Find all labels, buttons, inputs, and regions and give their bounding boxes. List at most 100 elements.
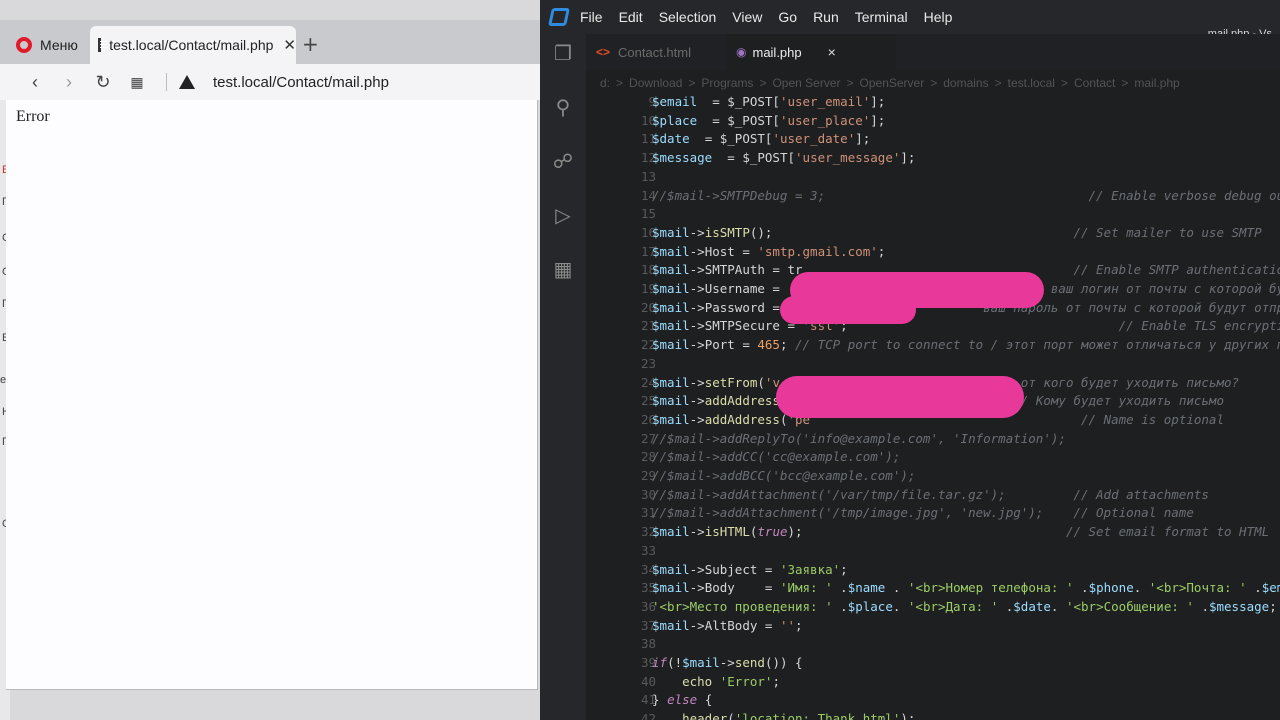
line-number: 38 [640, 636, 656, 652]
explorer-icon[interactable]: ❐ [552, 42, 574, 64]
opera-menu-button[interactable]: Меню [6, 26, 84, 64]
code-token: $mail [652, 281, 690, 296]
code-line[interactable]: 14//$mail->SMTPDebug = 3; // Enable verb… [586, 188, 1280, 207]
line-number: 20 [640, 299, 656, 315]
code-token: $mail [652, 411, 690, 427]
code-token: 465 [757, 337, 780, 353]
code-token: echo [682, 673, 713, 689]
menu-view[interactable]: View [732, 9, 762, 25]
code-line[interactable]: 32 $mail->isHTML(true); // Set email form… [586, 524, 1280, 543]
code-line[interactable]: 17 $mail->Host = 'smtp.gmail.com'; [586, 244, 1280, 263]
code-line[interactable]: 34 $mail->Subject = 'Заявка'; [586, 562, 1280, 581]
code-token: $mail [652, 393, 690, 409]
menu-go[interactable]: Go [778, 9, 797, 25]
code-line[interactable]: 9 $email = $_POST['user_email']; [586, 94, 1280, 113]
menu-edit[interactable]: Edit [619, 9, 643, 25]
tab-contact-html[interactable]: <> Contact.html [596, 34, 691, 70]
code-text: //$mail->addBCC('bcc@example.com'); [652, 468, 915, 483]
code-line[interactable]: 13 [586, 169, 1280, 188]
code-line[interactable]: 10 $place = $_POST['user_place']; [586, 113, 1280, 132]
breadcrumb-item[interactable]: test.local [1008, 76, 1055, 90]
menu-help[interactable]: Help [924, 9, 953, 25]
code-token: $mail [652, 561, 690, 577]
code-line[interactable]: 11 $date = $_POST['user_date']; [586, 131, 1280, 150]
breadcrumb-item[interactable]: d: [600, 76, 610, 90]
redaction-mark [776, 376, 1024, 418]
breadcrumb-item[interactable]: mail.php [1134, 76, 1179, 90]
code-text: //$mail->addReplyTo('info@example.com', … [652, 431, 1066, 446]
breadcrumb-item[interactable]: Open Server [772, 76, 840, 90]
menu-selection[interactable]: Selection [659, 9, 717, 25]
code-text: if(!$mail->send()) { [652, 655, 803, 670]
code-line[interactable]: 16 $mail->isSMTP(); // Set mailer to use … [586, 225, 1280, 244]
php-file-icon: ◉ [736, 45, 747, 59]
line-number: 22 [640, 337, 656, 353]
back-icon[interactable]: ‹ [18, 72, 52, 93]
search-icon[interactable]: ⚲ [552, 96, 574, 118]
code-line[interactable]: 12 $message = $_POST['user_message']; [586, 150, 1280, 169]
menu-terminal[interactable]: Terminal [855, 9, 908, 25]
code-line[interactable]: 39 if(!$mail->send()) { [586, 655, 1280, 674]
menu-run[interactable]: Run [813, 9, 839, 25]
code-line[interactable]: 41} else { [586, 692, 1280, 711]
breadcrumb-item[interactable]: OpenServer [860, 76, 925, 90]
page-error-text: Error [16, 108, 50, 125]
code-line[interactable]: 31//$mail->addAttachment('/tmp/image.jpg… [586, 505, 1280, 524]
code-token: ; [795, 617, 803, 633]
forward-icon[interactable]: › [52, 72, 86, 93]
not-secure-warning-icon[interactable] [179, 75, 195, 89]
extensions-icon[interactable]: ▦ [552, 258, 574, 280]
code-text: //$mail->SMTPDebug = 3; // Enable verbos… [652, 188, 1280, 203]
line-number: 17 [640, 243, 656, 259]
browser-tab-active[interactable]: test.local/Contact/mail.php ✕ [90, 26, 296, 64]
code-token: 'smtp.gmail.com' [757, 243, 878, 259]
breadcrumb-item[interactable]: Contact [1074, 76, 1115, 90]
code-line[interactable]: 28//$mail->addCC('cc@example.com'); [586, 449, 1280, 468]
code-line[interactable]: 40 echo 'Error'; [586, 674, 1280, 693]
code-token: //$mail->addReplyTo('info@example.com', … [652, 430, 1066, 446]
code-token: //$mail->addCC('cc@example.com'); [652, 449, 901, 465]
code-line[interactable]: 27//$mail->addReplyTo('info@example.com'… [586, 431, 1280, 450]
code-token: . [1050, 598, 1066, 614]
code-token: . [998, 598, 1014, 614]
code-line[interactable]: 36 '<br>Место проведения: ' .$place. '<br… [586, 599, 1280, 618]
tab-mail-php[interactable]: ◉ mail.php × [726, 34, 896, 70]
code-token: ->Body = [689, 580, 780, 596]
close-tab-icon[interactable]: × [828, 44, 836, 60]
code-token: $mail [652, 224, 690, 240]
new-tab-icon[interactable]: + [302, 32, 319, 56]
line-number: 19 [640, 281, 656, 296]
code-line[interactable]: 30//$mail->addAttachment('/var/tmp/file.… [586, 487, 1280, 506]
code-token: = $_POST[ [689, 131, 773, 147]
reload-icon[interactable]: ↻ [86, 72, 120, 93]
code-line[interactable]: 29//$mail->addBCC('bcc@example.com'); [586, 468, 1280, 487]
activity-bar: ❐ ⚲ ☍ ▷ ▦ [540, 34, 586, 720]
code-line[interactable]: 38 [586, 636, 1280, 655]
code-text: $message = $_POST['user_message']; [652, 150, 915, 165]
code-token: //$mail->addAttachment('/tmp/image.jpg',… [652, 505, 1194, 521]
run-debug-icon[interactable]: ▷ [552, 204, 574, 226]
code-line[interactable]: 21 $mail->SMTPSecure = 'ssl'; // Enable T… [586, 318, 1280, 337]
code-line[interactable]: 33 [586, 543, 1280, 562]
url-field[interactable]: test.local/Contact/mail.php [213, 74, 389, 91]
code-line[interactable]: 22 $mail->Port = 465; // TCP port to conn… [586, 337, 1280, 356]
breadcrumb-item[interactable]: Download [629, 76, 682, 90]
code-line[interactable]: 37 $mail->AltBody = ''; [586, 618, 1280, 637]
breadcrumb-item[interactable]: domains [943, 76, 988, 90]
code-token: . [832, 580, 848, 596]
code-token: // Enable TLS encryption, `ssl` al [1118, 318, 1280, 334]
code-token: . [885, 580, 908, 596]
close-tab-icon[interactable]: ✕ [283, 36, 296, 54]
code-token: $mail [652, 299, 690, 315]
code-line[interactable]: 15 [586, 206, 1280, 225]
menu-file[interactable]: File [580, 9, 603, 25]
code-line[interactable]: 23 [586, 356, 1280, 375]
line-number: 9 [648, 94, 656, 109]
tabs-grid-icon[interactable]: ▦ [120, 74, 154, 91]
breadcrumb-item[interactable]: Programs [701, 76, 753, 90]
source-control-icon[interactable]: ☍ [552, 150, 574, 172]
code-line[interactable]: 42 header('location: Thank.html'); [586, 711, 1280, 720]
code-line[interactable]: 35 $mail->Body = 'Имя: ' .$name . '<br>Но… [586, 580, 1280, 599]
